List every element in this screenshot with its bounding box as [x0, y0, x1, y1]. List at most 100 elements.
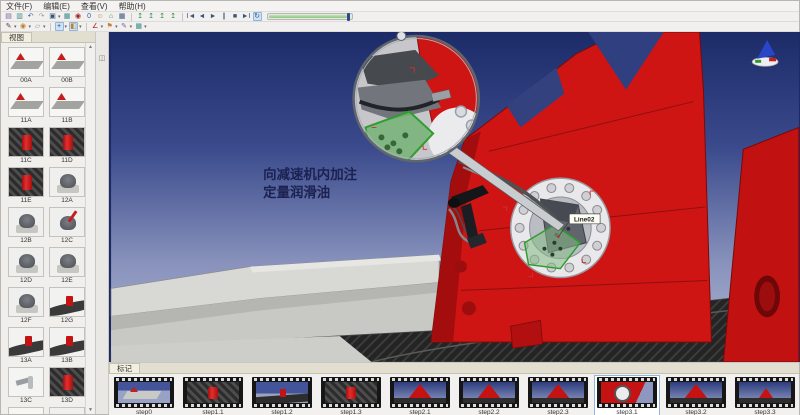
- view-thumbnail-image[interactable]: [49, 247, 85, 277]
- step-thumbnail-image[interactable]: [187, 382, 239, 403]
- view-thumbnail-12B[interactable]: 12B: [8, 207, 44, 245]
- view-thumbnail-partial[interactable]: [8, 407, 44, 414]
- tab-views[interactable]: 视图: [1, 32, 32, 42]
- step-thumbnail-image[interactable]: [670, 382, 722, 403]
- stop-icon[interactable]: ■: [231, 12, 240, 21]
- view-thumbnail-image[interactable]: [49, 47, 85, 77]
- undo-icon[interactable]: ↶: [26, 12, 35, 21]
- scroll-up-icon[interactable]: ▲: [88, 44, 93, 50]
- view-thumbnail-12D[interactable]: 12D: [8, 247, 44, 285]
- view-thumbnail-image[interactable]: [8, 87, 44, 117]
- user-icon[interactable]: ☺: [96, 12, 105, 21]
- step-item-6[interactable]: step2.3: [526, 376, 590, 415]
- pause-icon[interactable]: ∥: [220, 12, 229, 21]
- view-thumbnail-image[interactable]: [8, 247, 44, 277]
- step-thumbnail-image[interactable]: [118, 382, 170, 403]
- step-item-5[interactable]: step2.2: [457, 376, 521, 415]
- view-thumbnail-11B[interactable]: 11B: [49, 87, 85, 125]
- view-thumbnail-11E[interactable]: 11E: [8, 167, 44, 205]
- chevron-down-icon[interactable]: ▾: [101, 24, 104, 30]
- view-thumbnail-image[interactable]: [8, 207, 44, 237]
- step-thumbnail-image[interactable]: [601, 382, 653, 403]
- step-item-3[interactable]: step1.3: [319, 376, 383, 415]
- view-thumbnail-image[interactable]: [8, 287, 44, 317]
- export-step-icon-2[interactable]: ↥: [147, 12, 156, 21]
- display-mode-icon[interactable]: ▣: [48, 12, 57, 21]
- view-thumbnail-partial[interactable]: [49, 407, 85, 414]
- previous-step-icon[interactable]: ◄: [198, 12, 207, 21]
- view-thumbnail-image[interactable]: [49, 207, 85, 237]
- eraser-icon[interactable]: ▱: [33, 22, 42, 31]
- chevron-down-icon[interactable]: ▾: [29, 24, 32, 30]
- views-thumbnail-list[interactable]: 00A 00B 11A 11B 11C 11D 11E 12A 12B 12C …: [1, 43, 95, 414]
- view-thumbnail-image[interactable]: [8, 167, 44, 197]
- flag-icon[interactable]: ⚑: [105, 22, 114, 31]
- chevron-down-icon[interactable]: ▾: [65, 24, 68, 30]
- view-thumbnail-image[interactable]: [49, 127, 85, 157]
- view-thumbnail-00A[interactable]: 00A: [8, 47, 44, 85]
- view-thumbnail-image[interactable]: [49, 167, 85, 197]
- view-thumbnail-image[interactable]: [49, 407, 85, 414]
- step-item-1[interactable]: step1.1: [181, 376, 245, 415]
- paint-icon[interactable]: ◧: [69, 22, 78, 31]
- annotate-icon[interactable]: ✎: [120, 22, 129, 31]
- camera-icon[interactable]: ◉: [74, 12, 83, 21]
- view-thumbnail-image[interactable]: [8, 47, 44, 77]
- export-step-icon-4[interactable]: ↥: [169, 12, 178, 21]
- panel-toggle-icon[interactable]: ◫: [99, 55, 106, 62]
- chevron-down-icon[interactable]: ▾: [43, 24, 46, 30]
- chevron-down-icon[interactable]: ▾: [58, 14, 61, 20]
- play-icon[interactable]: ►: [209, 12, 218, 21]
- zero-badge-icon[interactable]: 0: [85, 12, 94, 21]
- step-thumbnail-image[interactable]: [325, 382, 377, 403]
- home-icon[interactable]: ⌂: [107, 12, 116, 21]
- view-thumbnail-12F[interactable]: 12F: [8, 287, 44, 325]
- step-thumbnail-image[interactable]: [739, 382, 791, 403]
- step-item-7[interactable]: step3.1: [595, 376, 659, 415]
- collapsed-panel-strip[interactable]: ◫: [96, 32, 109, 414]
- views-scrollbar[interactable]: ▲ ▼: [85, 43, 95, 414]
- view-thumbnail-image[interactable]: [49, 367, 85, 397]
- view-thumbnail-12A[interactable]: 12A: [49, 167, 85, 205]
- pen-icon[interactable]: ✎: [4, 22, 13, 31]
- menu-help[interactable]: 帮助(H): [119, 1, 146, 12]
- view-thumbnail-13B[interactable]: 13B: [49, 327, 85, 365]
- menu-edit[interactable]: 编辑(E): [43, 1, 70, 12]
- step-item-4[interactable]: step2.1: [388, 376, 452, 415]
- step-thumbnail-image[interactable]: [463, 382, 515, 403]
- chevron-down-icon[interactable]: ▾: [79, 24, 82, 30]
- step-thumbnail-image[interactable]: [394, 382, 446, 403]
- view-thumbnail-13D[interactable]: 13D: [49, 367, 85, 405]
- chevron-down-icon[interactable]: ▾: [14, 24, 17, 30]
- export-step-icon-1[interactable]: ↥: [136, 12, 145, 21]
- viewport-3d[interactable]: Line02 向减速机内加注 定量润滑油: [109, 32, 800, 362]
- export-step-icon-3[interactable]: ↥: [158, 12, 167, 21]
- redo-icon[interactable]: ↷: [37, 12, 46, 21]
- measure-icon[interactable]: ∠: [91, 22, 100, 31]
- scroll-down-icon[interactable]: ▼: [88, 407, 93, 413]
- step-item-9[interactable]: step3.3: [733, 376, 797, 415]
- last-step-icon[interactable]: ►I: [242, 12, 251, 21]
- grid-icon[interactable]: ▦: [118, 12, 127, 21]
- view-thumbnail-12E[interactable]: 12E: [49, 247, 85, 285]
- view-thumbnail-image[interactable]: [49, 287, 85, 317]
- view-thumbnail-11A[interactable]: 11A: [8, 87, 44, 125]
- loop-icon[interactable]: ↻: [253, 12, 262, 21]
- timeline-slider-handle[interactable]: [347, 13, 350, 21]
- image-tool-icon[interactable]: ▦: [134, 22, 143, 31]
- view-thumbnail-13A[interactable]: 13A: [8, 327, 44, 365]
- step-thumbnail-image[interactable]: [256, 382, 308, 403]
- step-item-8[interactable]: step3.2: [664, 376, 728, 415]
- view-thumbnail-image[interactable]: [49, 87, 85, 117]
- tab-markers[interactable]: 标记: [109, 363, 140, 373]
- step-thumbnail-image[interactable]: [532, 382, 584, 403]
- step-item-0[interactable]: step0: [112, 376, 176, 415]
- view-thumbnail-image[interactable]: [49, 327, 85, 357]
- open-icon[interactable]: ▤: [4, 12, 13, 21]
- menu-file[interactable]: 文件(F): [6, 1, 32, 12]
- first-step-icon[interactable]: I◄: [187, 12, 196, 21]
- view-thumbnail-12G[interactable]: 12G: [49, 287, 85, 325]
- view-thumbnail-13C[interactable]: 13C: [8, 367, 44, 405]
- paste-icon[interactable]: ▥: [15, 12, 24, 21]
- step-item-2[interactable]: step1.2: [250, 376, 314, 415]
